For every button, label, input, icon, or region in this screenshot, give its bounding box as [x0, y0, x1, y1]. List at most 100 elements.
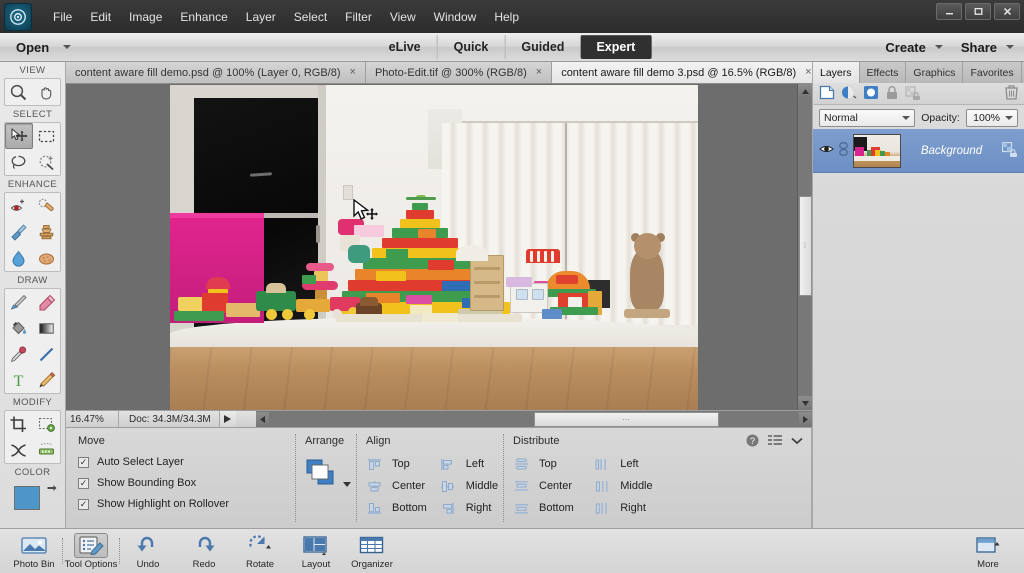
- paint-bucket-tool-icon[interactable]: [5, 315, 33, 341]
- vertical-scroll-thumb[interactable]: ⁞: [799, 196, 812, 296]
- mode-elive[interactable]: eLive: [373, 35, 437, 59]
- menu-help[interactable]: Help: [485, 6, 528, 28]
- mode-quick[interactable]: Quick: [437, 35, 505, 59]
- color-picker-tool-icon[interactable]: [5, 341, 33, 367]
- taskbar-undo[interactable]: Undo: [120, 530, 176, 573]
- hand-tool-icon[interactable]: [33, 79, 61, 105]
- align-left-button[interactable]: Left: [440, 457, 501, 471]
- recompose-tool-icon[interactable]: [33, 411, 61, 437]
- align-center-button[interactable]: Center: [366, 479, 430, 493]
- gradient-tool-icon[interactable]: [33, 315, 61, 341]
- quick-selection-tool-icon[interactable]: [33, 149, 61, 175]
- panel-menu-icon[interactable]: [768, 435, 782, 449]
- layer-mask-icon[interactable]: [863, 85, 879, 103]
- chevron-down-icon[interactable]: [343, 482, 351, 487]
- open-button[interactable]: Open: [16, 40, 71, 55]
- align-bottom-button[interactable]: Bottom: [366, 501, 430, 515]
- zoom-level-field[interactable]: 16.47%: [66, 414, 118, 425]
- create-button[interactable]: Create: [885, 40, 942, 55]
- straighten-tool-icon[interactable]: [33, 437, 61, 463]
- layer-name[interactable]: Background: [906, 145, 997, 157]
- show-bounding-box-checkbox-row[interactable]: ✓ Show Bounding Box: [78, 477, 278, 489]
- maximize-button[interactable]: [965, 3, 991, 20]
- close-button[interactable]: [994, 3, 1020, 20]
- menu-window[interactable]: Window: [425, 6, 486, 28]
- canvas-vertical-scrollbar[interactable]: ⁞: [797, 84, 812, 410]
- tab-favorites[interactable]: Favorites: [963, 62, 1021, 83]
- close-icon[interactable]: ×: [350, 67, 356, 78]
- distribute-right-button[interactable]: Right: [594, 501, 663, 515]
- chevron-down-icon[interactable]: [1006, 45, 1014, 49]
- chevron-down-icon[interactable]: [63, 45, 71, 49]
- taskbar-photo-bin[interactable]: Photo Bin: [6, 530, 62, 573]
- status-expand-button[interactable]: [219, 411, 236, 428]
- mode-guided[interactable]: Guided: [504, 35, 580, 59]
- auto-select-layer-checkbox-row[interactable]: ✓ Auto Select Layer: [78, 456, 278, 468]
- share-button[interactable]: Share: [961, 40, 1014, 55]
- scroll-down-arrow-icon[interactable]: [798, 396, 813, 410]
- menu-select[interactable]: Select: [285, 6, 336, 28]
- content-aware-move-tool-icon[interactable]: [5, 437, 33, 463]
- menu-edit[interactable]: Edit: [81, 6, 120, 28]
- chevron-down-icon[interactable]: [1005, 116, 1013, 120]
- taskbar-layout[interactable]: Layout: [288, 530, 344, 573]
- link-icon[interactable]: [839, 142, 848, 159]
- taskbar-rotate[interactable]: Rotate: [232, 530, 288, 573]
- pencil-tool-icon[interactable]: [33, 367, 61, 393]
- color-swatches[interactable]: [12, 484, 56, 518]
- close-icon[interactable]: ×: [805, 67, 811, 78]
- horizontal-scroll-thumb[interactable]: ⋯: [534, 412, 719, 427]
- minimize-button[interactable]: [936, 3, 962, 20]
- menu-image[interactable]: Image: [120, 6, 171, 28]
- show-highlight-on-rollover-checkbox-row[interactable]: ✓ Show Highlight on Rollover: [78, 498, 278, 510]
- menu-file[interactable]: File: [44, 6, 81, 28]
- move-tool-icon[interactable]: [5, 123, 33, 149]
- tab-effects[interactable]: Effects: [860, 62, 907, 83]
- blur-tool-icon[interactable]: [5, 245, 33, 271]
- scroll-up-arrow-icon[interactable]: [798, 84, 813, 98]
- canvas-area[interactable]: [66, 84, 812, 410]
- scroll-right-arrow-icon[interactable]: [799, 412, 812, 427]
- tab-layers[interactable]: Layers: [813, 62, 860, 83]
- document-tab-1[interactable]: content aware fill demo.psd @ 100% (Laye…: [66, 62, 366, 83]
- crop-tool-icon[interactable]: [5, 411, 33, 437]
- scroll-left-arrow-icon[interactable]: [256, 412, 269, 427]
- auto-select-layer-checkbox[interactable]: ✓: [78, 457, 89, 468]
- sponge-tool-icon[interactable]: [33, 245, 61, 271]
- menu-filter[interactable]: Filter: [336, 6, 381, 28]
- eraser-tool-icon[interactable]: [33, 289, 61, 315]
- layer-thumbnail[interactable]: [853, 134, 901, 168]
- document-tab-3[interactable]: content aware fill demo 3.psd @ 16.5% (R…: [552, 62, 821, 83]
- document-tab-2[interactable]: Photo-Edit.tif @ 300% (RGB/8) ×: [366, 62, 552, 83]
- align-right-button[interactable]: Right: [440, 501, 501, 515]
- spot-healing-brush-tool-icon[interactable]: [33, 193, 61, 219]
- arrange-layers-button[interactable]: [305, 457, 363, 491]
- menu-view[interactable]: View: [381, 6, 425, 28]
- show-bounding-box-checkbox[interactable]: ✓: [78, 478, 89, 489]
- show-highlight-on-rollover-checkbox[interactable]: ✓: [78, 499, 89, 510]
- align-middle-button[interactable]: Middle: [440, 479, 501, 493]
- new-layer-icon[interactable]: [819, 85, 835, 103]
- blend-mode-select[interactable]: Normal: [819, 109, 915, 127]
- clone-stamp-tool-icon[interactable]: [33, 219, 61, 245]
- tab-graphics[interactable]: Graphics: [906, 62, 963, 83]
- foreground-color-swatch[interactable]: [14, 486, 40, 510]
- type-tool-icon[interactable]: T: [5, 367, 33, 393]
- red-eye-removal-tool-icon[interactable]: [5, 193, 33, 219]
- document-image[interactable]: [170, 85, 698, 410]
- smart-brush-tool-icon[interactable]: [5, 219, 33, 245]
- close-icon[interactable]: ×: [536, 67, 542, 78]
- distribute-bottom-button[interactable]: Bottom: [513, 501, 584, 515]
- brush-tool-icon[interactable]: [5, 289, 33, 315]
- custom-shape-tool-icon[interactable]: [33, 341, 61, 367]
- taskbar-more[interactable]: More: [960, 530, 1016, 573]
- mode-expert[interactable]: Expert: [580, 35, 651, 59]
- taskbar-redo[interactable]: Redo: [176, 530, 232, 573]
- align-top-button[interactable]: Top: [366, 457, 430, 471]
- canvas-horizontal-scrollbar[interactable]: ⋯: [256, 411, 812, 428]
- layer-row-background[interactable]: Background: [813, 129, 1024, 173]
- help-icon[interactable]: ?: [746, 434, 759, 450]
- eye-icon[interactable]: [819, 143, 834, 158]
- taskbar-tool-options[interactable]: Tool Options: [63, 530, 119, 573]
- swap-colors-icon[interactable]: [45, 483, 58, 496]
